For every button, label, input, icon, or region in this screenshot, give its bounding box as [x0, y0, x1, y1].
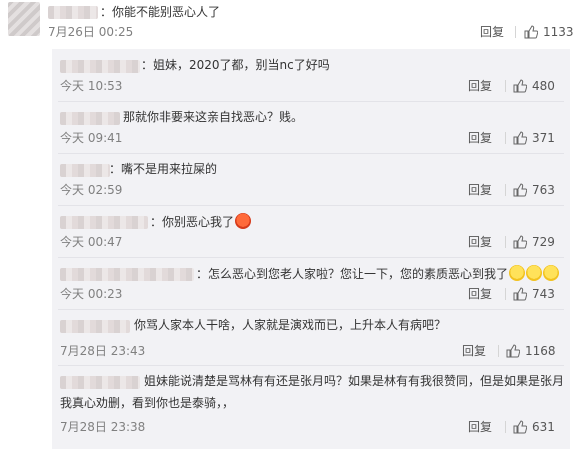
reply-text: ：姐妹，2020了都，别当nc了好吗: [141, 58, 330, 72]
like-count: 480: [532, 79, 555, 93]
reply-text-content: ：你别恶心我了: [150, 215, 235, 229]
like-count: 1168: [525, 344, 556, 358]
separator: [505, 288, 506, 300]
reply-text: 那就你非要来这亲自找恶心？贱。: [123, 110, 304, 124]
reply-button[interactable]: 回复: [468, 234, 492, 250]
like-button[interactable]: 743: [513, 286, 555, 302]
separator: [515, 26, 516, 38]
reply-button[interactable]: 回复: [468, 130, 492, 146]
divider: [58, 205, 564, 206]
like-button[interactable]: 631: [513, 419, 555, 435]
separator: [498, 345, 499, 357]
username-blurred[interactable]: [60, 112, 120, 125]
reply-button[interactable]: 回复: [480, 24, 504, 40]
username-blurred[interactable]: [60, 376, 140, 389]
like-count: 729: [532, 235, 555, 249]
reply-time: 今天 00:23: [60, 287, 123, 301]
separator: [505, 421, 506, 433]
like-button[interactable]: 729: [513, 234, 555, 250]
thumbs-up-icon: [513, 235, 528, 249]
laugh-cry-emoji: [509, 265, 526, 281]
thumbs-up-icon: [513, 287, 528, 301]
laugh-cry-emoji: [543, 265, 560, 281]
reply-time: 7月28日 23:38: [60, 420, 146, 434]
like-count: 1133: [543, 25, 574, 39]
separator: [505, 132, 506, 144]
like-count: 763: [532, 183, 555, 197]
reply-button[interactable]: 回复: [468, 78, 492, 94]
reply-text-content: ：怎么恶心到您老人家啦？您让一下，您的素质恶心到我了: [196, 267, 509, 281]
like-count: 371: [532, 131, 555, 145]
like-count: 743: [532, 287, 555, 301]
top-comment: ：你能不能别恶心人了 7月26日 00:25 回复 1133: [0, 0, 582, 44]
thumbs-up-icon: [513, 183, 528, 197]
username-blurred[interactable]: [60, 164, 110, 177]
thumbs-up-icon: [513, 420, 528, 434]
divider: [58, 365, 564, 366]
username-blurred[interactable]: [60, 268, 194, 281]
thumbs-up-icon: [524, 25, 539, 39]
reply-time: 今天 10:53: [60, 79, 123, 93]
laugh-cry-emoji: [526, 265, 543, 281]
divider: [58, 101, 564, 102]
comment-text: ：你能不能别恶心人了: [100, 5, 221, 19]
angry-face-emoji: [235, 213, 252, 229]
reply-text-line2: 我真心劝删，看到你也是泰骑，，: [60, 396, 235, 410]
reply-text: 姐妹能说清楚是骂林有有还是张月吗？如果是林有有我很赞同，但是如果是张月: [144, 374, 565, 388]
separator: [505, 184, 506, 196]
username-blurred[interactable]: [60, 216, 148, 229]
reply-button[interactable]: 回复: [462, 343, 486, 359]
reply-time: 今天 00:47: [60, 235, 123, 249]
reply-text: 你骂人家本人干啥，人家就是演戏而已，上升本人有病吧？: [134, 318, 447, 332]
divider: [58, 257, 564, 258]
like-button[interactable]: 480: [513, 78, 555, 94]
reply-button[interactable]: 回复: [468, 286, 492, 302]
divider: [58, 153, 564, 154]
like-button[interactable]: 371: [513, 130, 555, 146]
comment-time: 7月26日 00:25: [48, 25, 134, 39]
username-blurred[interactable]: [60, 320, 130, 333]
divider: [58, 309, 564, 310]
like-button[interactable]: 1133: [524, 24, 574, 40]
reply-time: 今天 02:59: [60, 183, 123, 197]
reply-text: ：怎么恶心到您老人家啦？您让一下，您的素质恶心到我了: [196, 265, 560, 282]
like-button[interactable]: 763: [513, 182, 555, 198]
reply-button[interactable]: 回复: [468, 182, 492, 198]
replies-panel: ：姐妹，2020了都，别当nc了好吗 今天 10:53 回复 480 那就你非要…: [52, 49, 570, 449]
thumbs-up-icon: [513, 131, 528, 145]
avatar[interactable]: [8, 2, 40, 36]
like-count: 631: [532, 420, 555, 434]
reply-time: 今天 09:41: [60, 131, 123, 145]
separator: [505, 80, 506, 92]
thumbs-up-icon: [513, 79, 528, 93]
thumbs-up-icon: [506, 344, 521, 358]
username-blurred[interactable]: [48, 6, 98, 19]
reply-button[interactable]: 回复: [468, 419, 492, 435]
separator: [505, 236, 506, 248]
like-button[interactable]: 1168: [506, 343, 556, 359]
reply-text: ：你别恶心我了: [150, 213, 252, 230]
reply-text: ：嘴不是用来拉屎的: [109, 162, 218, 176]
reply-time: 7月28日 23:43: [60, 344, 146, 358]
username-blurred[interactable]: [60, 60, 140, 73]
